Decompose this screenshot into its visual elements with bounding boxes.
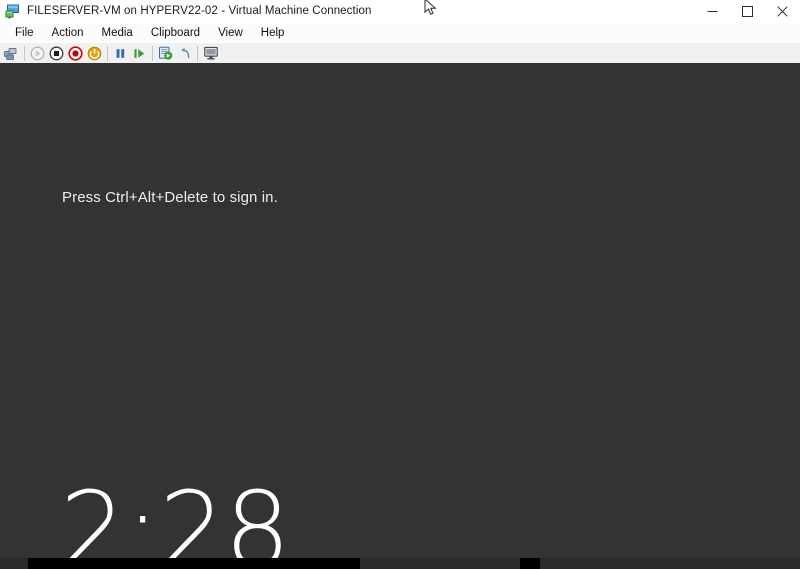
toolbar (0, 43, 800, 64)
enhanced-session-icon[interactable] (201, 44, 220, 63)
vm-screen-bottom-edge (0, 558, 800, 569)
sign-in-prompt: Press Ctrl+Alt+Delete to sign in. (62, 189, 278, 206)
menu-item-action[interactable]: Action (43, 24, 93, 43)
reset-icon[interactable] (130, 44, 149, 63)
toolbar-separator (197, 45, 198, 61)
menu-item-clipboard[interactable]: Clipboard (142, 24, 209, 43)
title-bar[interactable]: FILESERVER-VM on HYPERV22-02 - Virtual M… (0, 0, 800, 23)
menu-item-view[interactable]: View (209, 24, 252, 43)
turn-off-icon[interactable] (47, 44, 66, 63)
lock-screen-time: 2:28 (60, 469, 291, 558)
revert-icon[interactable] (175, 44, 194, 63)
close-button[interactable] (765, 0, 800, 22)
toolbar-separator (24, 45, 25, 61)
minimize-button[interactable] (695, 0, 730, 22)
menu-bar: File Action Media Clipboard View Help (0, 23, 800, 43)
maximize-button[interactable] (730, 0, 765, 22)
pause-icon[interactable] (111, 44, 130, 63)
menu-item-file[interactable]: File (6, 24, 43, 43)
toolbar-separator (107, 45, 108, 61)
menu-item-help[interactable]: Help (252, 24, 294, 43)
menu-item-media[interactable]: Media (93, 24, 142, 43)
vm-screen[interactable]: Press Ctrl+Alt+Delete to sign in. 2:28 S… (0, 63, 800, 558)
save-icon[interactable] (85, 44, 104, 63)
virtual-machine-connection-icon (5, 3, 21, 19)
shut-down-icon[interactable] (66, 44, 85, 63)
start-icon[interactable] (28, 44, 47, 63)
ctrl-alt-delete-icon[interactable] (2, 44, 21, 63)
checkpoint-icon[interactable] (156, 44, 175, 63)
toolbar-separator (152, 45, 153, 61)
window-controls (695, 0, 800, 22)
window-title: FILESERVER-VM on HYPERV22-02 - Virtual M… (27, 5, 372, 17)
virtual-machine-connection-window: FILESERVER-VM on HYPERV22-02 - Virtual M… (0, 0, 800, 569)
